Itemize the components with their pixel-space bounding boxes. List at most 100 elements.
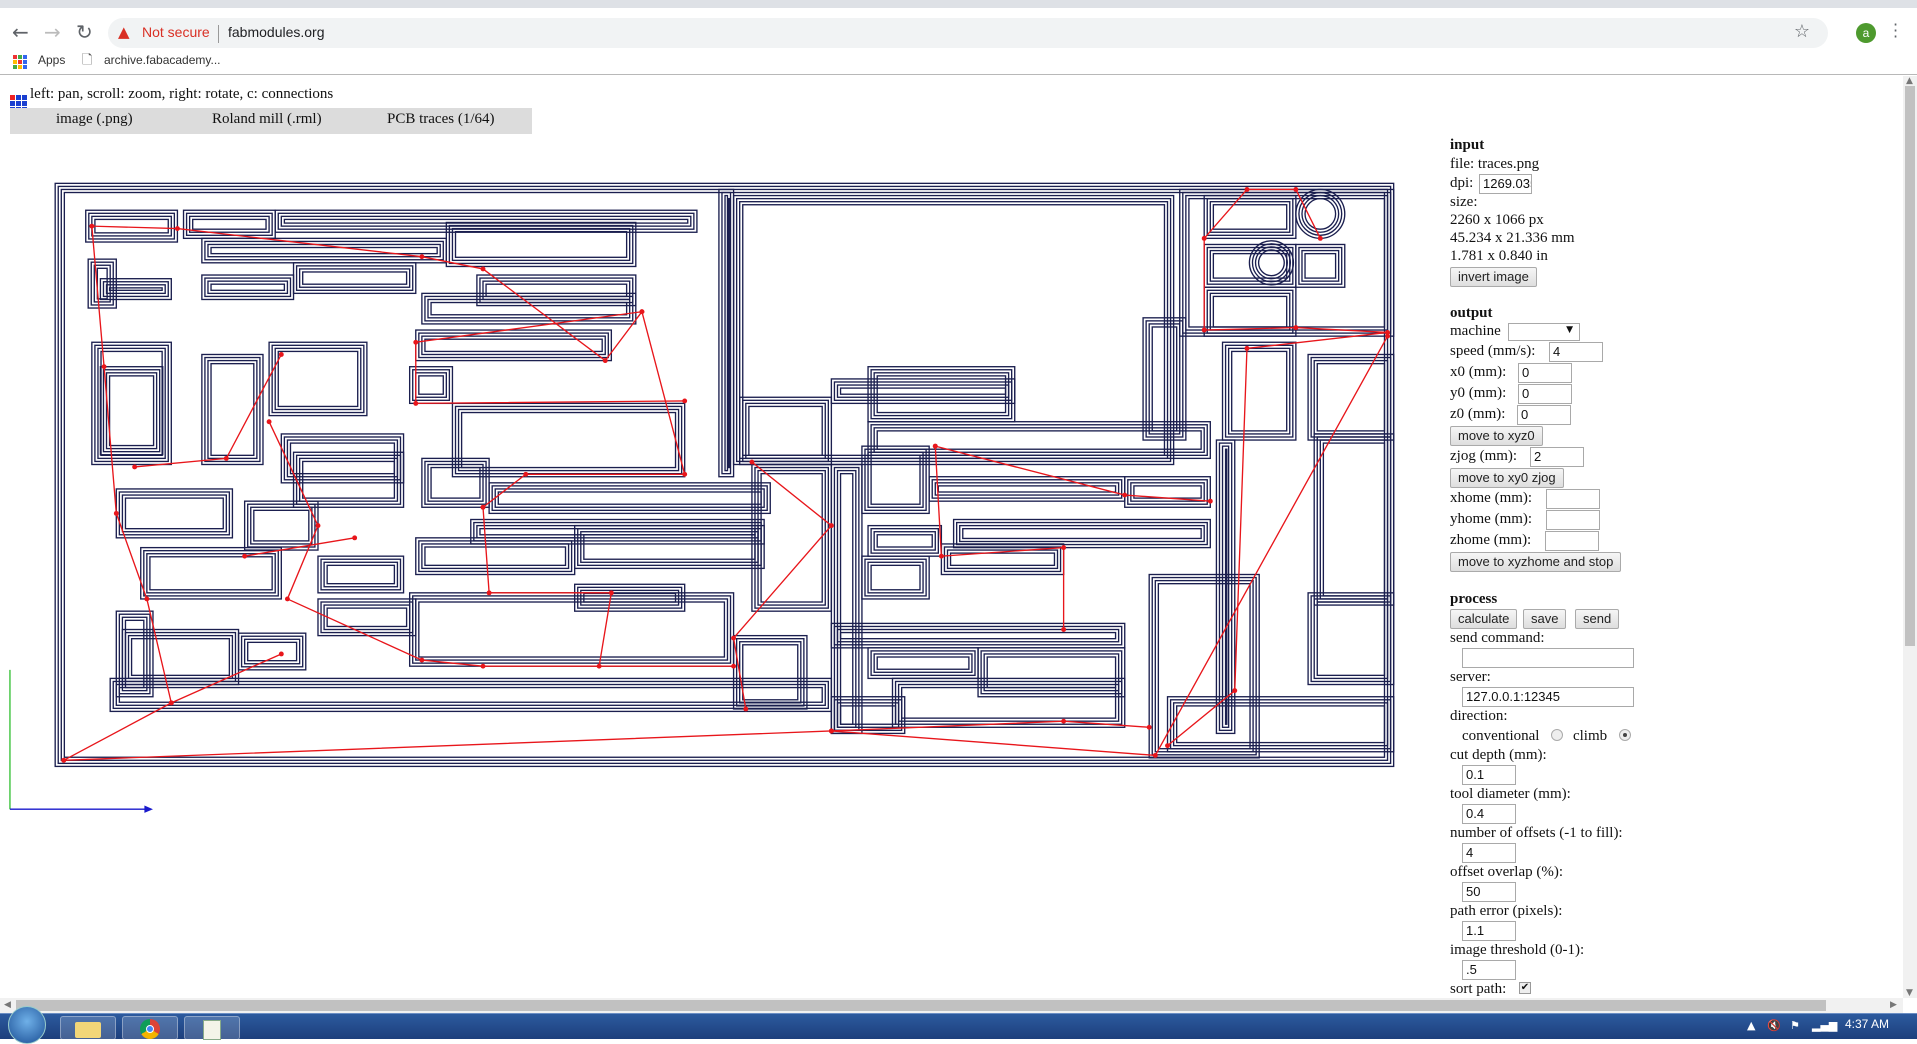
toolpath-offset — [1172, 702, 1389, 747]
connection-point — [608, 590, 614, 596]
taskbar-chrome-icon[interactable] — [122, 1016, 178, 1040]
tab-image-png[interactable]: image (.png) — [56, 111, 133, 128]
calculate-button[interactable]: calculate — [1450, 609, 1518, 629]
volume-muted-icon[interactable]: 🔇 — [1767, 1019, 1781, 1032]
toolpath-offset — [317, 598, 417, 637]
tab-pcb-traces[interactable]: PCB traces (1/64) — [387, 111, 494, 128]
zhome-input[interactable] — [1545, 531, 1599, 551]
dpi-input[interactable]: 1269.035 — [1479, 174, 1532, 194]
send-command-input[interactable] — [1462, 648, 1634, 668]
save-button[interactable]: save — [1523, 609, 1567, 629]
scroll-up-icon[interactable]: ▲ — [1906, 76, 1913, 86]
taskbar-notepadpp-icon[interactable] — [184, 1016, 240, 1040]
horizontal-scroll-thumb[interactable] — [16, 1000, 1826, 1011]
bookmark-star-icon[interactable]: ☆ — [1794, 21, 1810, 42]
toolpath-offset — [1304, 252, 1337, 279]
toolpath-offset — [1169, 699, 1392, 750]
back-icon[interactable]: ← — [12, 20, 29, 44]
toolpath-offset — [870, 369, 1013, 420]
browser-menu-icon[interactable]: · · · — [1893, 17, 1899, 45]
reload-icon[interactable]: ↻ — [76, 20, 93, 44]
scroll-left-icon[interactable]: ◀ — [4, 1000, 11, 1010]
z0-input[interactable]: 0 — [1517, 405, 1571, 425]
offsets-input[interactable]: 4 — [1462, 843, 1516, 863]
apps-grid-icon[interactable] — [13, 55, 27, 69]
toolpath-offset — [317, 555, 405, 594]
toolpath-offset — [207, 359, 258, 460]
start-button-icon[interactable] — [8, 1006, 46, 1044]
move-to-xyzhome-button[interactable]: move to xyzhome and stop — [1450, 552, 1622, 572]
toolpath-offset — [323, 604, 411, 631]
connection-point — [932, 443, 938, 449]
warning-icon[interactable]: ▲ — [118, 23, 130, 41]
toolpath-offset — [870, 527, 940, 554]
toolpath-offset — [742, 399, 829, 463]
toolpath-offset — [839, 705, 897, 725]
toolpath-offset — [482, 280, 631, 301]
toolpath-offset — [1301, 249, 1340, 282]
connection-point — [828, 523, 834, 529]
connection-point — [828, 728, 834, 734]
toolpath-offset — [1151, 326, 1178, 432]
move-to-xyz0-button[interactable]: move to xyz0 — [1450, 426, 1543, 446]
connection-point — [168, 700, 174, 706]
server-input[interactable]: 127.0.0.1:12345 — [1462, 687, 1634, 707]
bookmark-apps[interactable]: Apps — [38, 53, 65, 67]
vertical-scroll-thumb[interactable] — [1905, 86, 1915, 646]
toolpath-offset — [418, 540, 573, 573]
tab-roland-mill[interactable]: Roland mill (.rml) — [212, 111, 322, 128]
tool-diameter-input[interactable]: 0.4 — [1462, 804, 1516, 824]
toolpath-offset — [1188, 197, 1386, 328]
sort-path-checkbox[interactable]: ✔ — [1519, 982, 1531, 994]
action-center-flag-icon[interactable]: ⚑ — [1790, 1019, 1800, 1032]
forward-icon[interactable]: → — [44, 20, 61, 44]
speed-input[interactable]: 4 — [1549, 342, 1603, 362]
toolpath-pad-ring — [1304, 197, 1337, 230]
toolpath-offset — [1206, 289, 1294, 334]
overlap-input[interactable]: 50 — [1462, 882, 1516, 902]
x0-input[interactable]: 0 — [1518, 363, 1572, 383]
security-label[interactable]: Not secure — [142, 24, 210, 40]
toolpath-offset — [415, 537, 576, 576]
connection-point — [932, 443, 938, 449]
xhome-input[interactable] — [1546, 489, 1600, 509]
machine-select[interactable]: ▼ — [1508, 323, 1580, 341]
cut-depth-input[interactable]: 0.1 — [1462, 765, 1516, 785]
toolpath-offset — [867, 421, 1211, 460]
toolpath-offset — [1157, 583, 1251, 750]
address-bar[interactable]: ▲ Not secure fabmodules.org ☆ — [108, 18, 1828, 48]
zjog-input[interactable]: 2 — [1530, 447, 1584, 467]
vertical-scrollbar[interactable]: ▲ ▼ — [1903, 76, 1917, 998]
horizontal-scrollbar[interactable]: ◀ ▶ — [0, 998, 1903, 1013]
profile-avatar[interactable]: a — [1856, 23, 1876, 43]
scroll-right-icon[interactable]: ▶ — [1890, 1000, 1897, 1010]
toolpath-offset — [243, 638, 301, 665]
toolpath-offset — [836, 469, 857, 728]
x-axis-arrow-icon — [144, 805, 153, 813]
taskbar-explorer-icon[interactable] — [60, 1016, 116, 1040]
browser-tab-strip — [0, 0, 1917, 8]
network-signal-icon[interactable]: ▂▄▆ — [1812, 1019, 1837, 1032]
toolpath-offset — [470, 518, 765, 545]
toolpath-offset — [934, 482, 1120, 496]
threshold-input[interactable]: .5 — [1462, 960, 1516, 980]
yhome-input[interactable] — [1546, 510, 1600, 530]
toolpath-offset — [1224, 344, 1294, 438]
taskbar-clock[interactable]: 4:37 AM — [1845, 1017, 1889, 1031]
toolpath-offset — [742, 204, 1166, 456]
y0-input[interactable]: 0 — [1518, 384, 1572, 404]
connection-line — [171, 653, 282, 704]
climb-radio[interactable] — [1618, 729, 1631, 741]
move-to-xy0-zjog-button[interactable]: move to xy0 zjog — [1450, 468, 1564, 488]
bookmark-archive[interactable]: archive.fabacademy... — [104, 53, 221, 67]
toolpath-offset — [427, 298, 631, 319]
toolpath-canvas[interactable] — [0, 0, 1917, 1039]
toolpath-offset — [1215, 439, 1236, 735]
scroll-down-icon[interactable]: ▼ — [1906, 988, 1913, 998]
send-button[interactable]: send — [1575, 609, 1620, 629]
invert-image-button[interactable]: invert image — [1450, 267, 1537, 287]
url-text[interactable]: fabmodules.org — [228, 24, 325, 40]
path-error-input[interactable]: 1.1 — [1462, 921, 1516, 941]
conventional-radio[interactable] — [1551, 729, 1564, 741]
tray-expand-icon[interactable]: ▲ — [1747, 1019, 1755, 1032]
